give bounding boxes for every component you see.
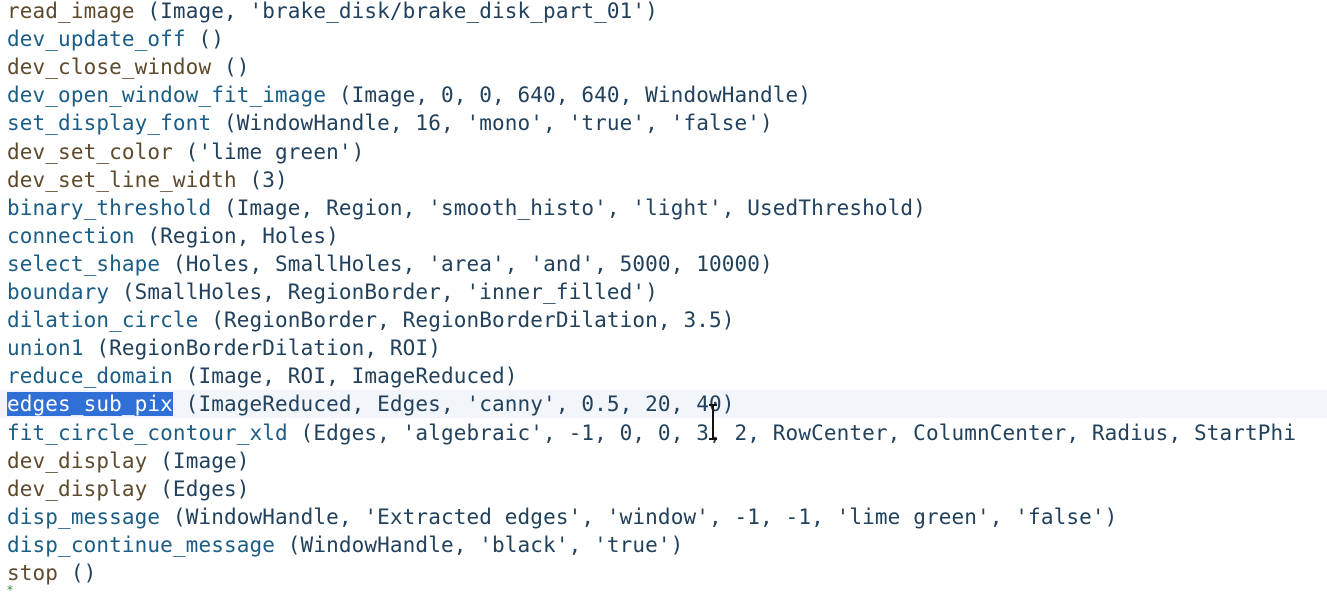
operator-name[interactable]: select_shape — [7, 252, 160, 276]
code-line[interactable]: connection (Region, Holes) — [0, 222, 1327, 250]
operator-arguments: (Holes, SmallHoles, 'area', 'and', 5000,… — [160, 251, 773, 276]
operator-arguments: (Edges) — [147, 476, 250, 501]
operator-arguments: (Region, Holes) — [134, 223, 339, 248]
program-editor[interactable]: read_image (Image, 'brake_disk/brake_dis… — [0, 0, 1327, 595]
code-line[interactable]: disp_continue_message (WindowHandle, 'bl… — [0, 531, 1327, 559]
code-line[interactable]: fit_circle_contour_xld (Edges, 'algebrai… — [0, 419, 1327, 447]
code-line[interactable]: set_display_font (WindowHandle, 16, 'mon… — [0, 109, 1327, 137]
operator-arguments: () — [211, 55, 250, 80]
operator-name[interactable]: union1 — [7, 336, 84, 360]
operator-name[interactable]: disp_message — [7, 505, 160, 529]
operator-name[interactable]: boundary — [7, 280, 109, 304]
operator-name[interactable]: dev_set_color — [7, 140, 173, 164]
pc-arrow-icon: * — [7, 583, 13, 595]
operator-name[interactable]: dev_open_window_fit_image — [7, 83, 326, 107]
code-line[interactable]: reduce_domain (Image, ROI, ImageReduced) — [0, 362, 1327, 390]
code-line[interactable]: dev_display (Edges) — [0, 475, 1327, 503]
operator-name[interactable]: dev_display — [7, 477, 147, 501]
operator-arguments: (Edges, 'algebraic', -1, 0, 0, 3, 2, Row… — [287, 420, 1297, 445]
operator-name[interactable]: dev_close_window — [7, 55, 211, 79]
code-line[interactable]: dev_set_line_width (3) — [0, 166, 1327, 194]
operator-name[interactable]: fit_circle_contour_xld — [7, 421, 288, 445]
operator-arguments: (WindowHandle, 'black', 'true') — [275, 532, 684, 557]
code-line[interactable]: dev_set_color ('lime green') — [0, 138, 1327, 166]
operator-arguments: (Image, 0, 0, 640, 640, WindowHandle) — [326, 83, 812, 108]
code-line[interactable]: dev_open_window_fit_image (Image, 0, 0, … — [0, 81, 1327, 109]
operator-name[interactable]: set_display_font — [7, 111, 211, 135]
code-line[interactable]: union1 (RegionBorderDilation, ROI) — [0, 334, 1327, 362]
operator-arguments: (WindowHandle, 'Extracted edges', 'windo… — [160, 504, 1118, 529]
operator-arguments: (Image) — [147, 448, 250, 473]
operator-name[interactable]: read_image — [7, 0, 135, 23]
operator-name[interactable]: dilation_circle — [7, 308, 198, 332]
operator-name[interactable]: dev_display — [7, 449, 147, 473]
operator-name[interactable]: connection — [7, 224, 135, 248]
text-cursor-icon — [709, 404, 717, 440]
code-line[interactable]: dev_close_window () — [0, 53, 1327, 81]
operator-arguments: (Image, Region, 'smooth_histo', 'light',… — [211, 195, 926, 220]
operator-name-selected[interactable]: edges_sub_pix — [7, 392, 173, 417]
operator-name[interactable]: binary_threshold — [7, 196, 211, 220]
operator-arguments: (RegionBorderDilation, ROI) — [83, 336, 441, 361]
code-line[interactable]: dev_display (Image) — [0, 447, 1327, 475]
code-line[interactable]: read_image (Image, 'brake_disk/brake_dis… — [0, 0, 1327, 25]
operator-arguments: (ImageReduced, Edges, 'canny', 0.5, 20, … — [172, 392, 735, 417]
operator-arguments: (RegionBorder, RegionBorderDilation, 3.5… — [198, 308, 735, 333]
operator-arguments: (3) — [236, 167, 288, 192]
code-line[interactable]: edges_sub_pix (ImageReduced, Edges, 'can… — [0, 390, 1327, 419]
operator-name[interactable]: stop — [7, 561, 58, 585]
code-line[interactable]: stop () — [0, 559, 1327, 587]
code-line[interactable]: boundary (SmallHoles, RegionBorder, 'inn… — [0, 278, 1327, 306]
code-line[interactable]: binary_threshold (Image, Region, 'smooth… — [0, 194, 1327, 222]
operator-arguments: (WindowHandle, 16, 'mono', 'true', 'fals… — [211, 111, 773, 136]
operator-arguments: ('lime green') — [172, 139, 365, 164]
operator-arguments: (Image, 'brake_disk/brake_disk_part_01') — [134, 0, 658, 23]
operator-arguments: () — [58, 561, 97, 585]
operator-arguments: (SmallHoles, RegionBorder, 'inner_filled… — [109, 280, 658, 304]
code-line[interactable]: dilation_circle (RegionBorder, RegionBor… — [0, 306, 1327, 334]
operator-name[interactable]: dev_update_off — [7, 27, 186, 51]
operator-name[interactable]: dev_set_line_width — [7, 168, 237, 192]
operator-arguments: (Image, ROI, ImageReduced) — [172, 364, 518, 389]
code-line[interactable]: select_shape (Holes, SmallHoles, 'area',… — [0, 250, 1327, 278]
operator-name[interactable]: disp_continue_message — [7, 533, 275, 557]
operator-arguments: () — [185, 27, 224, 52]
code-line[interactable]: disp_message (WindowHandle, 'Extracted e… — [0, 503, 1327, 531]
code-line[interactable]: dev_update_off () — [0, 25, 1327, 53]
operator-name[interactable]: reduce_domain — [7, 364, 173, 388]
